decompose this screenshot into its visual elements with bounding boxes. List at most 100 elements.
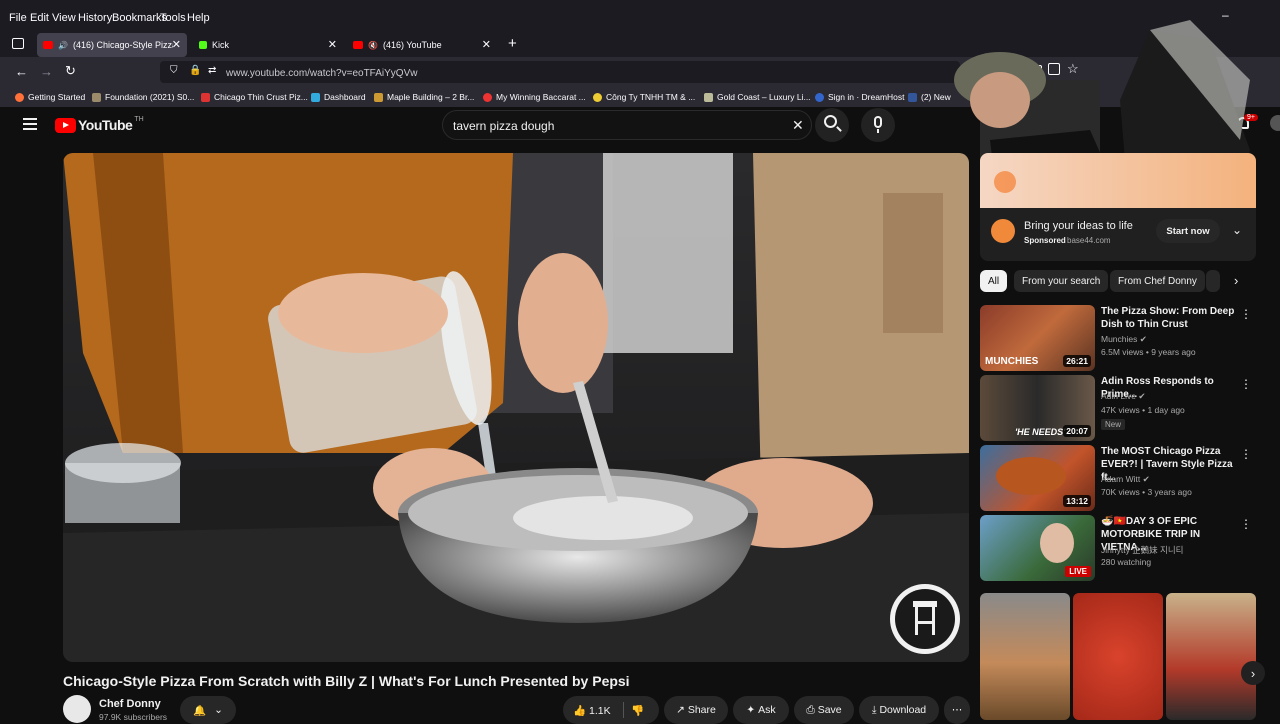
- clear-search-icon[interactable]: ✕: [792, 117, 804, 134]
- new-tab-icon[interactable]: +: [508, 35, 517, 52]
- rec-channel[interactable]: Adin Live ✔: [1101, 391, 1145, 402]
- more-horizontal-icon: ⋯: [951, 704, 963, 716]
- sparkle-icon: ✦: [746, 704, 756, 716]
- chip-all[interactable]: All: [980, 270, 1008, 292]
- menu-file[interactable]: File: [9, 12, 27, 24]
- forward-icon[interactable]: →: [40, 64, 53, 79]
- rec-channel[interactable]: Munchies ✔: [1101, 334, 1147, 345]
- close-tab-icon[interactable]: ✕: [328, 38, 337, 51]
- more-vertical-icon[interactable]: ⋮: [1240, 447, 1252, 461]
- bookmark-item[interactable]: Công Ty TNHH TM & ...: [593, 92, 695, 102]
- live-badge: LIVE: [1065, 566, 1091, 577]
- channel-avatar[interactable]: [63, 695, 91, 723]
- list-item[interactable]: 13:12 The MOST Chicago Pizza EVER?! | Ta…: [980, 445, 1256, 511]
- reload-icon[interactable]: ↻: [65, 63, 76, 79]
- bookmark-favicon-icon: [311, 92, 320, 102]
- kick-favicon-icon: [199, 41, 207, 49]
- more-vertical-icon[interactable]: ⋮: [1240, 307, 1252, 321]
- bookmark-item[interactable]: Chicago Thin Crust Piz...: [201, 92, 308, 102]
- menu-help[interactable]: Help: [187, 12, 210, 24]
- like-button[interactable]: 👍 1.1K: [573, 704, 611, 717]
- shield-icon[interactable]: ⛉: [170, 65, 178, 76]
- advertiser-avatar: [991, 219, 1015, 243]
- duration-badge: 26:21: [1063, 355, 1091, 367]
- menu-view[interactable]: View: [52, 12, 76, 24]
- list-item[interactable]: 'HE NEEDS' 20:07 Adin Ross Responds to P…: [980, 375, 1256, 441]
- chip-from-search[interactable]: From your search: [1014, 270, 1109, 292]
- bookmark-item[interactable]: My Winning Baccarat ...: [483, 92, 586, 102]
- tab-youtube[interactable]: 🔇 (416) YouTube ✕: [347, 33, 497, 57]
- chevron-down-icon[interactable]: ⌄: [1232, 223, 1242, 237]
- close-tab-icon[interactable]: ✕: [482, 38, 491, 51]
- permissions-icon[interactable]: ⇄: [208, 65, 216, 76]
- tab-title: Kick: [212, 40, 230, 50]
- video-thumbnail[interactable]: 'HE NEEDS' 20:07: [980, 375, 1095, 441]
- list-item[interactable]: LIVE 🍜🇻🇳DAY 3 OF EPIC MOTORBIKE TRIP IN …: [980, 515, 1256, 581]
- rec-title[interactable]: The Pizza Show: From Deep Dish to Thin C…: [1101, 305, 1241, 331]
- lock-icon[interactable]: 🔒: [189, 65, 201, 76]
- bookmark-item[interactable]: Sign in · DreamHost: [815, 92, 905, 102]
- short-thumbnail[interactable]: [980, 593, 1070, 720]
- rec-channel[interactable]: Jinnytty 企鵝妹 지니티: [1101, 544, 1184, 556]
- bookmark-item[interactable]: Maple Building – 2 Br...: [374, 92, 474, 102]
- ad-sponsored-label: Sponsored: [1024, 236, 1066, 245]
- tab-title: (416) YouTube: [382, 40, 442, 50]
- video-thumbnail[interactable]: 13:12: [980, 445, 1095, 511]
- more-vertical-icon[interactable]: ⋮: [1240, 377, 1252, 391]
- back-icon[interactable]: ←: [15, 64, 28, 79]
- youtube-favicon-icon: [353, 41, 363, 49]
- list-item[interactable]: MUNCHIES 26:21 The Pizza Show: From Deep…: [980, 305, 1256, 371]
- bookmark-item[interactable]: Getting Started: [15, 92, 85, 102]
- menu-tools[interactable]: Tools: [160, 12, 186, 24]
- video-title: Chicago-Style Pizza From Scratch with Bi…: [63, 673, 630, 689]
- search-input[interactable]: tavern pizza dough ✕: [442, 110, 812, 140]
- video-thumbnail[interactable]: LIVE: [980, 515, 1095, 581]
- muted-speaker-icon[interactable]: 🔇: [368, 41, 378, 50]
- menu-history[interactable]: History: [78, 12, 112, 24]
- bookmark-favicon-icon: [908, 92, 917, 102]
- hamburger-menu-icon[interactable]: [23, 118, 37, 130]
- bookmark-item[interactable]: Dashboard: [311, 92, 366, 102]
- ad-brand-icon: [994, 171, 1016, 193]
- tab-kick[interactable]: Kick ✕: [193, 33, 343, 57]
- ad-title: Bring your ideas to life: [1024, 220, 1133, 232]
- dislike-button[interactable]: 👎: [631, 704, 644, 717]
- search-button[interactable]: [815, 108, 849, 142]
- menu-edit[interactable]: Edit: [30, 12, 49, 24]
- bookmark-item[interactable]: Foundation (2021) S0...: [92, 92, 194, 102]
- ad-cta-button[interactable]: Start now: [1156, 219, 1220, 243]
- short-thumbnail[interactable]: [1166, 593, 1256, 720]
- youtube-logo[interactable]: YouTube TH: [55, 116, 144, 133]
- next-shorts-button[interactable]: ›: [1241, 661, 1265, 685]
- bookmark-item[interactable]: (2) New: [908, 92, 951, 102]
- speaker-icon[interactable]: 🔊: [58, 41, 68, 50]
- youtube-page: YouTube TH tavern pizza dough ✕ 9+ Chica…: [0, 20, 1280, 724]
- tab-title: (416) Chicago-Style Pizza F: [72, 40, 173, 50]
- video-player[interactable]: [63, 153, 969, 662]
- bookmark-item[interactable]: Gold Coast – Luxury Li...: [704, 92, 811, 102]
- video-thumbnail[interactable]: MUNCHIES 26:21: [980, 305, 1095, 371]
- more-vertical-icon[interactable]: ⋮: [1240, 517, 1252, 531]
- avatar[interactable]: [1270, 115, 1280, 131]
- voice-search-button[interactable]: [861, 108, 895, 142]
- tab-list-icon[interactable]: [12, 38, 24, 49]
- duration-badge: 13:12: [1063, 495, 1091, 507]
- short-thumbnail[interactable]: [1073, 593, 1163, 720]
- url-bar[interactable]: ⛉ 🔒 ⇄ www.youtube.com/watch?v=eoTFAiYyQV…: [160, 61, 960, 83]
- rec-channel[interactable]: Adam Witt ✔: [1101, 474, 1150, 485]
- channel-name[interactable]: Chef Donny: [99, 698, 161, 710]
- tab-chicago-pizza[interactable]: 🔊 (416) Chicago-Style Pizza F ✕: [37, 33, 187, 57]
- like-count: 1.1K: [589, 704, 611, 717]
- ad-banner: [980, 153, 1256, 208]
- bookmark-favicon-icon: [593, 92, 602, 102]
- chip-from-channel[interactable]: From Chef Donny: [1110, 270, 1205, 292]
- menu-bookmarks[interactable]: Bookmarks: [112, 12, 167, 24]
- firefox-icon: [15, 92, 24, 102]
- sponsored-ad[interactable]: Bring your ideas to life Sponsored base4…: [980, 153, 1256, 261]
- new-badge: New: [1101, 419, 1126, 430]
- chip-more[interactable]: [1206, 270, 1220, 292]
- chevron-right-icon[interactable]: ›: [1234, 273, 1238, 288]
- share-icon: ↗: [676, 704, 685, 716]
- ad-domain: base44.com: [1067, 236, 1111, 245]
- close-tab-icon[interactable]: ✕: [172, 38, 181, 51]
